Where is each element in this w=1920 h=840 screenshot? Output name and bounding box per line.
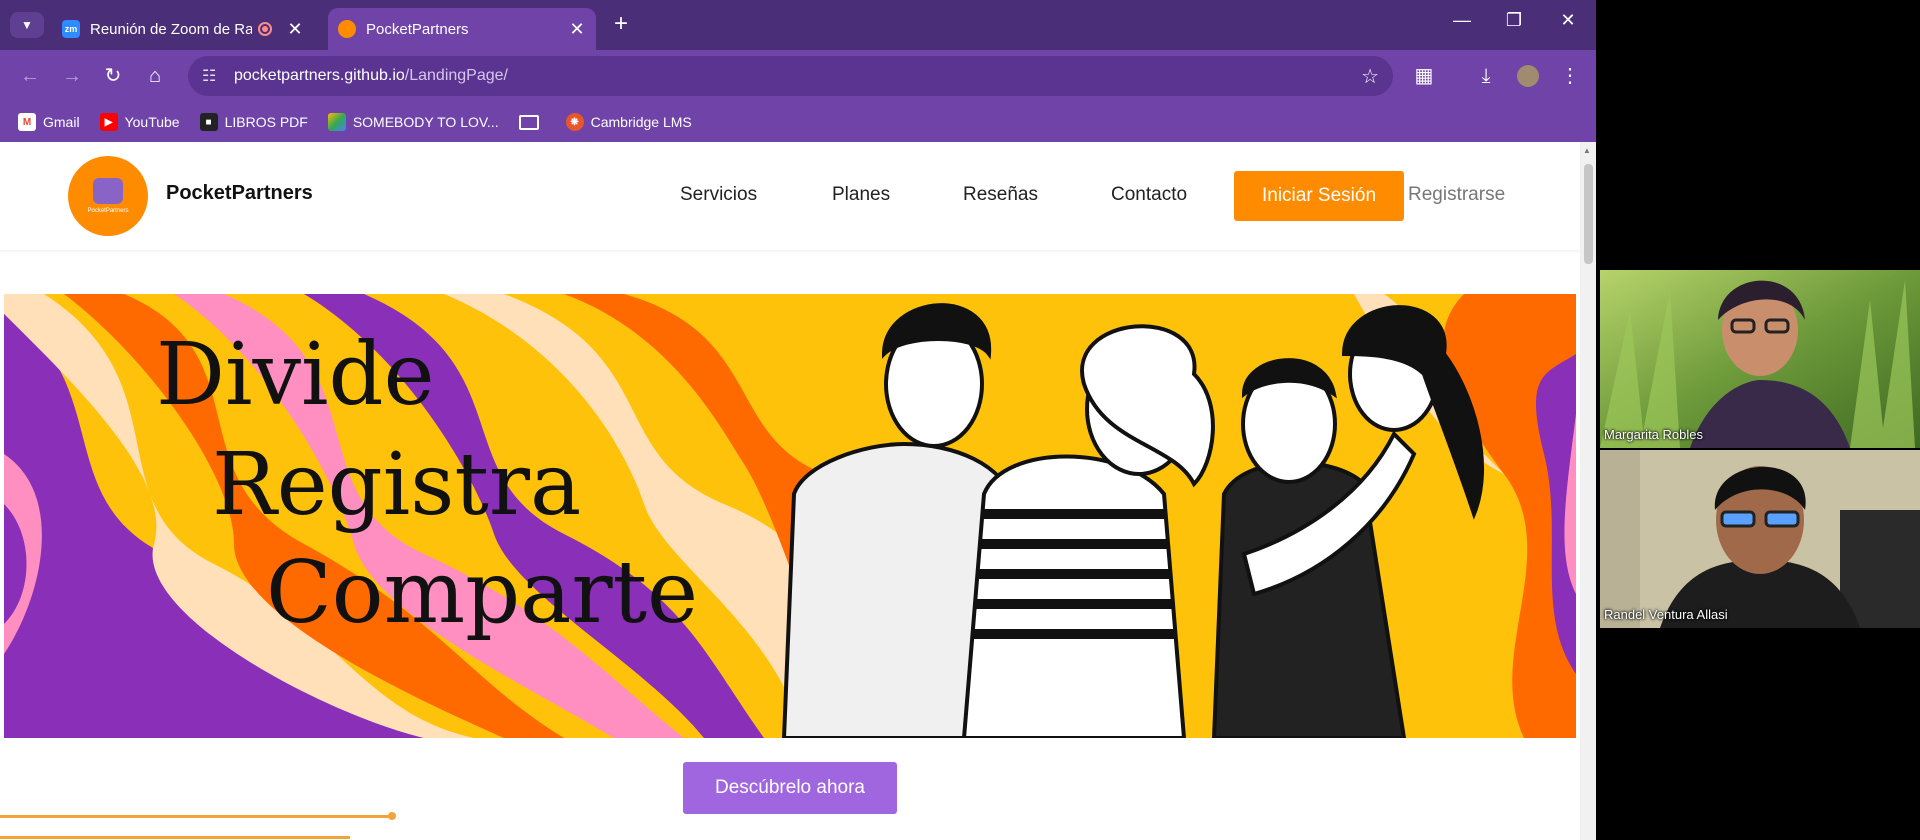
chevron-down-icon: ▼: [21, 18, 33, 32]
tab-title: Reunión de Zoom de Rande: [90, 20, 252, 38]
bookmark-gmail[interactable]: M Gmail: [18, 113, 80, 131]
restore-icon[interactable]: ❐: [1494, 10, 1534, 31]
nav-planes[interactable]: Planes: [832, 184, 890, 206]
scroll-up-icon[interactable]: ▲: [1583, 146, 1591, 155]
bookmark-label: SOMEBODY TO LOV...: [352, 114, 499, 130]
participant-name: Margarita Robles: [1604, 427, 1703, 442]
bookmark-youtube[interactable]: ▶ YouTube: [99, 113, 180, 131]
navbar-shadow: [0, 250, 1580, 254]
tab-zoom-meeting[interactable]: zm Reunión de Zoom de Rande ✕: [52, 8, 314, 50]
screen: ▼ zm Reunión de Zoom de Rande ✕ PocketPa…: [0, 0, 1920, 840]
home-icon[interactable]: ⌂: [141, 63, 169, 91]
download-icon[interactable]: ⤓: [1472, 63, 1500, 91]
tab-strip: ▼ zm Reunión de Zoom de Rande ✕ PocketPa…: [0, 0, 1596, 50]
page-scrollbar[interactable]: ▲: [1580, 142, 1596, 840]
tab-search-button[interactable]: ▼: [10, 12, 44, 38]
bookmark-somebody[interactable]: SOMEBODY TO LOV...: [327, 113, 499, 131]
back-arrow-icon[interactable]: ←: [16, 63, 44, 91]
scrollbar-thumb[interactable]: [1584, 164, 1593, 264]
more-menu-icon[interactable]: ⋮: [1556, 63, 1584, 91]
decorative-line: [0, 815, 392, 818]
gmail-icon: M: [18, 113, 36, 131]
site-navbar: PocketPartners PocketPartners Servicios …: [0, 142, 1580, 252]
pocketpartners-icon: [338, 20, 356, 38]
browser-window: ▼ zm Reunión de Zoom de Rande ✕ PocketPa…: [0, 0, 1596, 840]
register-link[interactable]: Registrarse: [1408, 184, 1505, 206]
cambridge-icon: ❋: [565, 113, 584, 131]
address-bar[interactable]: ☷ pocketpartners.github.io/LandingPage/ …: [188, 56, 1393, 96]
participant-video: [1600, 270, 1920, 448]
participant-video: [1600, 450, 1920, 628]
url-host: pocketpartners.github.io: [234, 67, 405, 84]
youtube-icon: ▶: [99, 113, 118, 131]
bookmark-label: Gmail: [43, 114, 80, 130]
recording-icon: [258, 22, 272, 36]
folder-icon: [518, 114, 539, 130]
hero-line-3: Comparte: [266, 543, 699, 643]
login-button[interactable]: Iniciar Sesión: [1234, 171, 1404, 221]
url-text: pocketpartners.github.io/LandingPage/: [234, 67, 508, 85]
nav-servicios[interactable]: Servicios: [680, 184, 757, 206]
bookmark-label: YouTube: [124, 114, 180, 130]
decorative-dot: [388, 812, 396, 820]
bookmark-folder[interactable]: [518, 114, 546, 130]
participant-name: Randel Ventura Allasi: [1604, 607, 1728, 622]
new-tab-button[interactable]: +: [608, 12, 634, 38]
decorative-line: [0, 836, 350, 839]
bookmark-libros-pdf[interactable]: ■ LIBROS PDF: [199, 113, 308, 131]
bookmark-cambridge[interactable]: ❋ Cambridge LMS: [565, 113, 692, 131]
reload-icon[interactable]: ↻: [99, 63, 127, 91]
url-path: /LandingPage/: [404, 67, 508, 84]
discover-button[interactable]: Descúbrelo ahora: [683, 762, 897, 814]
bookmarks-bar: M Gmail ▶ YouTube ■ LIBROS PDF SOMEBODY …: [0, 102, 1596, 142]
hero-line-1: Divide: [156, 325, 435, 425]
bookmark-book-icon: ■: [199, 113, 218, 131]
hero-banner: Divide Registra Comparte: [4, 294, 1576, 738]
wallet-icon: [93, 178, 123, 204]
site-info-icon[interactable]: ☷: [202, 66, 222, 86]
bookmark-label: Cambridge LMS: [590, 114, 692, 130]
star-icon[interactable]: ☆: [1361, 64, 1379, 89]
drive-icon: [327, 113, 346, 131]
close-window-icon[interactable]: ✕: [1548, 10, 1588, 31]
brand-name: PocketPartners: [166, 182, 313, 204]
close-tab-icon[interactable]: ✕: [286, 19, 304, 40]
page-viewport: PocketPartners PocketPartners Servicios …: [0, 142, 1596, 840]
minimize-icon[interactable]: —: [1442, 10, 1482, 31]
browser-toolbar: ← → ↻ ⌂ ☷ pocketpartners.github.io/Landi…: [0, 50, 1596, 102]
nav-contacto[interactable]: Contacto: [1111, 184, 1187, 206]
hero-line-2: Registra: [212, 435, 582, 535]
bookmark-label: LIBROS PDF: [224, 114, 308, 130]
participant-tile-randel[interactable]: Randel Ventura Allasi: [1600, 450, 1920, 628]
logo-text: PocketPartners: [87, 208, 129, 214]
site-logo[interactable]: PocketPartners: [68, 156, 148, 236]
close-tab-icon[interactable]: ✕: [568, 19, 586, 40]
tab-pocketpartners[interactable]: PocketPartners ✕: [328, 8, 596, 50]
tab-title: PocketPartners: [366, 20, 469, 38]
profile-avatar[interactable]: [1514, 63, 1542, 91]
zoom-icon: zm: [62, 20, 80, 38]
participant-tile-margarita[interactable]: Margarita Robles: [1600, 270, 1920, 448]
forward-arrow-icon[interactable]: →: [58, 63, 86, 91]
nav-resenas[interactable]: Reseñas: [963, 184, 1038, 206]
extensions-icon[interactable]: ▦: [1410, 63, 1438, 91]
